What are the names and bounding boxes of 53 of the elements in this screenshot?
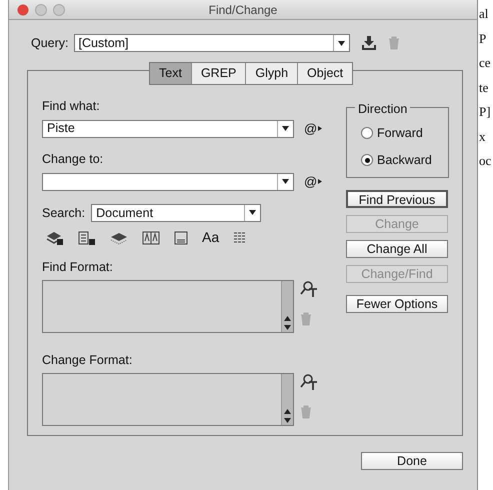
find-format-label: Find Format:	[42, 259, 114, 276]
action-button[interactable]: Find Previous	[346, 190, 448, 208]
dropdown-arrow-icon[interactable]	[249, 210, 256, 216]
dropdown-arrow-icon[interactable]	[282, 126, 289, 131]
locked-stories-icon[interactable]	[78, 230, 96, 245]
dropdown-arrow-icon[interactable]	[338, 40, 345, 46]
scroll-up-icon[interactable]	[284, 408, 291, 414]
done-button[interactable]: Done	[361, 452, 463, 470]
tab[interactable]: GREP	[190, 63, 246, 84]
footnotes-icon[interactable]	[174, 230, 188, 245]
dropdown-arrow-icon[interactable]	[282, 179, 289, 184]
document-text: P]	[479, 103, 491, 121]
submenu-arrow-icon[interactable]	[318, 179, 322, 184]
master-pages-icon[interactable]	[142, 230, 160, 245]
change-format-label: Change Format:	[42, 352, 134, 369]
document-text: P	[479, 30, 486, 48]
hidden-layers-icon[interactable]	[110, 230, 128, 245]
document-text: ce	[479, 54, 491, 72]
whole-word-icon[interactable]	[233, 230, 248, 245]
search-dropdown[interactable]: Document	[91, 204, 262, 222]
submenu-arrow-icon[interactable]	[318, 126, 322, 131]
close-button[interactable]	[17, 4, 29, 16]
document-text: x	[479, 128, 486, 146]
window-title: Find/Change	[208, 2, 278, 16]
case-sensitive-toggle[interactable]: Aa	[202, 227, 220, 248]
document-text: te	[479, 78, 488, 96]
change-to-field[interactable]	[42, 172, 294, 191]
radio-label[interactable]: Backward	[377, 150, 432, 170]
radio-button[interactable]	[361, 154, 373, 166]
locked-layers-icon[interactable]	[46, 230, 64, 245]
scroll-down-icon[interactable]	[284, 325, 291, 330]
document-text: al	[479, 5, 488, 23]
search-label: Search:	[42, 204, 86, 222]
scroll-up-icon[interactable]	[284, 316, 291, 321]
find-what-field[interactable]: Piste	[42, 120, 294, 138]
scroll-down-icon[interactable]	[284, 418, 291, 423]
tab[interactable]: Text	[150, 63, 191, 84]
special-characters-button[interactable]: @	[304, 172, 318, 192]
action-button[interactable]: Fewer Options	[346, 295, 448, 313]
find-what-label: Find what:	[42, 98, 101, 115]
save-query-icon[interactable]	[360, 35, 377, 51]
radio-button[interactable]	[361, 127, 373, 140]
scroll-bar[interactable]	[281, 374, 293, 425]
change-to-label: Change to:	[42, 151, 104, 168]
scroll-bar[interactable]	[281, 281, 293, 332]
format-search-icon[interactable]	[300, 280, 318, 298]
format-search-icon[interactable]	[300, 372, 318, 391]
query-label: Query:	[31, 34, 69, 52]
radio-label[interactable]: Forward	[377, 124, 423, 143]
action-button[interactable]: Change All	[346, 240, 448, 258]
special-characters-button[interactable]: @	[304, 118, 318, 138]
query-dropdown[interactable]: [Custom]	[74, 34, 350, 52]
document-text: oc	[479, 152, 492, 170]
